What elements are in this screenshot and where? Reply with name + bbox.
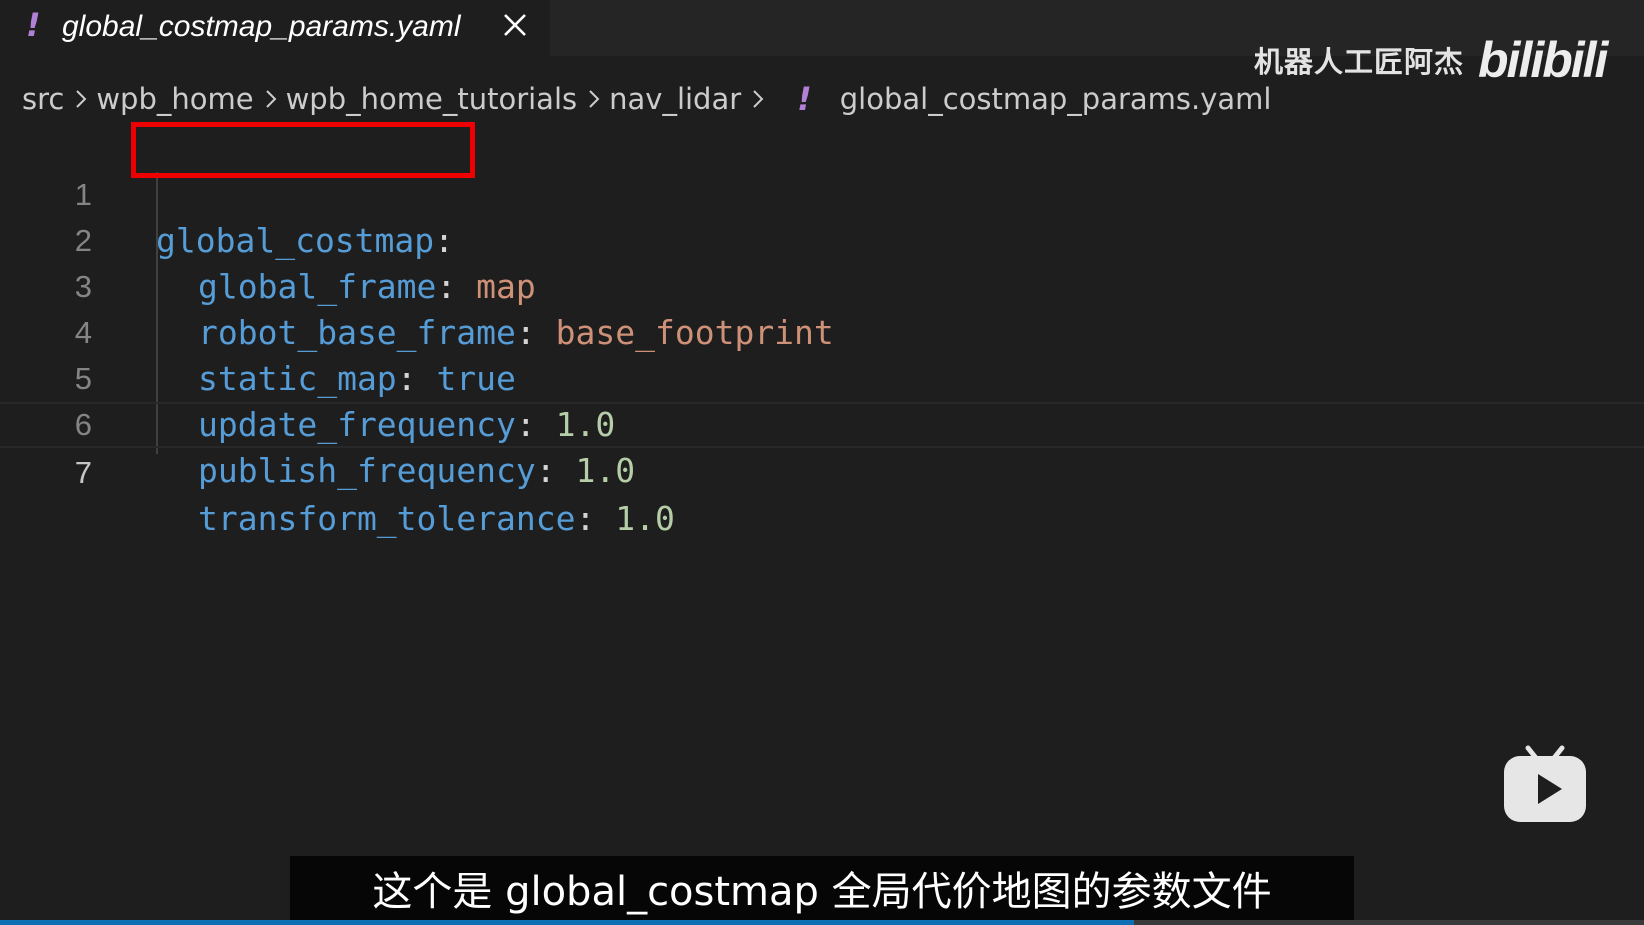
yaml-colon: :	[535, 451, 576, 490]
code-line[interactable]: 3 robot_base_frame: base_footprint	[0, 218, 1644, 352]
video-subtitle: 这个是 global_costmap 全局代价地图的参数文件	[290, 856, 1354, 920]
channel-watermark: 机器人工匠阿杰 bilibili	[1254, 30, 1608, 90]
chevron-right-icon	[589, 90, 600, 108]
chevron-right-icon	[265, 90, 277, 108]
code-content: transform_tolerance: 1.0	[156, 496, 675, 542]
code-line[interactable]: 5 update_frequency: 1.0	[0, 310, 1644, 444]
play-icon[interactable]	[1502, 744, 1588, 824]
breadcrumb-item-wpb-home[interactable]: wpb_home	[96, 82, 253, 116]
chevron-right-icon	[76, 90, 87, 108]
tab-title: global_costmap_params.yaml	[62, 10, 461, 43]
breadcrumb: src wpb_home wpb_home_tutorials nav_lida…	[22, 74, 1271, 124]
breadcrumb-item-wpb-home-tutorials[interactable]: wpb_home_tutorials	[286, 82, 578, 116]
video-progress-fill	[0, 920, 1135, 925]
yaml-key: transform_tolerance	[198, 499, 576, 538]
code-line[interactable]: 6 publish_frequency: 1.0	[0, 356, 1644, 490]
code-line[interactable]: 2 global_frame: map	[0, 172, 1644, 306]
chevron-right-icon	[753, 90, 764, 108]
breadcrumb-item-nav-lidar[interactable]: nav_lidar	[609, 82, 741, 116]
code-line[interactable]: 4 static_map: true	[0, 264, 1644, 398]
yaml-file-icon: !	[797, 80, 812, 118]
code-line-current[interactable]: 7 transform_tolerance: 1.0	[0, 402, 1644, 538]
yaml-value: 1.0	[615, 499, 675, 538]
code-content: publish_frequency: 1.0	[156, 448, 635, 494]
yaml-value: 1.0	[575, 451, 636, 490]
video-progress-bar[interactable]	[0, 920, 1644, 925]
close-icon[interactable]	[502, 12, 528, 38]
line-number: 7	[74, 455, 92, 490]
channel-name: 机器人工匠阿杰	[1254, 45, 1465, 79]
yaml-key: publish_frequency	[198, 451, 536, 490]
bilibili-logo: bilibili	[1478, 32, 1608, 88]
yaml-colon: :	[575, 499, 616, 538]
breadcrumb-item-src[interactable]: src	[22, 82, 64, 116]
highlight-box	[131, 122, 475, 178]
breadcrumb-item-file[interactable]: global_costmap_params.yaml	[840, 82, 1272, 116]
yaml-file-icon: !	[26, 6, 41, 44]
tab-global-costmap-params[interactable]: ! global_costmap_params.yaml	[0, 0, 550, 56]
